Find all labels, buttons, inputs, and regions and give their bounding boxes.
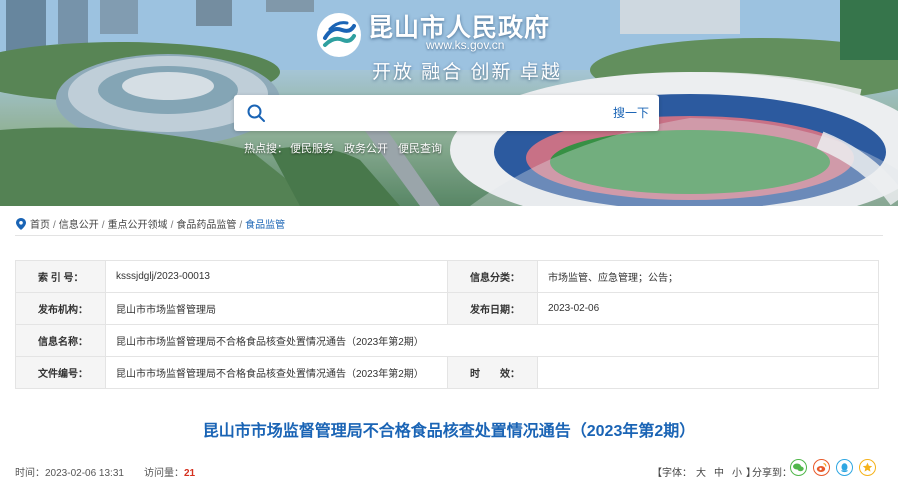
site-slogan: 开放 融合 创新 卓越 xyxy=(372,62,562,83)
file-number-value: 昆山市市场监督管理局不合格食品核查处置情况通告（2023年第2期） xyxy=(105,356,448,389)
location-icon xyxy=(16,218,26,230)
font-medium-button[interactable]: 中 xyxy=(714,468,724,479)
site-url: www.ks.gov.cn xyxy=(426,38,505,52)
breadcrumb-key-areas[interactable]: 重点公开领域 xyxy=(108,220,168,231)
breadcrumb-separator: / xyxy=(239,220,243,231)
views-count: 21 xyxy=(183,468,196,479)
hot-search-label: 热点搜： xyxy=(244,143,288,155)
article-meta: 时间：2023-02-06 13:31 访问量：21 xyxy=(15,464,195,479)
breadcrumb-separator: / xyxy=(170,220,174,231)
table-row: 发布机构： 昆山市市场监督管理局 发布日期： 2023-02-06 xyxy=(15,292,879,325)
index-value: ksssjdglj/2023-00013 xyxy=(105,260,448,293)
font-small-button[interactable]: 小 xyxy=(732,468,742,479)
table-row: 索 引 号： ksssjdglj/2023-00013 信息分类： 市场监管、应… xyxy=(15,260,879,293)
table-row: 信息名称： 昆山市市场监督管理局不合格食品核查处置情况通告（2023年第2期） xyxy=(15,324,879,357)
search-icon[interactable] xyxy=(246,103,266,123)
star-icon[interactable] xyxy=(859,459,876,476)
hot-link-query[interactable]: 便民查询 xyxy=(398,143,442,155)
search-box: 搜一下 xyxy=(234,95,659,131)
search-button[interactable]: 搜一下 xyxy=(613,104,649,121)
validity-label: 时 效： xyxy=(447,356,538,389)
breadcrumb-divider xyxy=(15,235,883,236)
qq-icon[interactable] xyxy=(836,459,853,476)
publish-date-value: 2023-02-06 xyxy=(537,292,879,325)
hot-link-service[interactable]: 便民服务 xyxy=(290,143,334,155)
hot-link-gov-open[interactable]: 政务公开 xyxy=(344,143,388,155)
breadcrumb-home[interactable]: 首页 xyxy=(30,220,50,231)
views-label: 访问量： xyxy=(143,468,184,479)
font-size-control: 【字体：大中小】 xyxy=(652,464,756,479)
publish-date-label: 发布日期： xyxy=(447,292,538,325)
header-banner: 昆山市人民政府 www.ks.gov.cn 开放 融合 创新 卓越 搜一下 热点… xyxy=(0,0,898,206)
breadcrumb-separator: / xyxy=(53,220,56,231)
article-title: 昆山市市场监督管理局不合格食品核查处置情况通告（2023年第2期） xyxy=(202,423,696,440)
breadcrumb: 首页 / 信息公开 / 重点公开领域 / 食品药品监管 / 食品监管 xyxy=(16,216,285,231)
publisher-value: 昆山市市场监督管理局 xyxy=(105,292,448,325)
breadcrumb-separator: / xyxy=(101,220,105,231)
breadcrumb-food-drug[interactable]: 食品药品监管 xyxy=(176,220,236,231)
index-label: 索 引 号： xyxy=(15,260,106,293)
share-label: 分享到： xyxy=(752,468,792,479)
time-label: 时间： xyxy=(15,468,45,479)
wechat-icon[interactable] xyxy=(790,459,807,476)
font-large-button[interactable]: 大 xyxy=(696,468,706,479)
info-name-label: 信息名称： xyxy=(15,324,106,357)
breadcrumb-current[interactable]: 食品监管 xyxy=(245,220,285,231)
share-buttons xyxy=(790,459,882,481)
font-size-label: 【字体： xyxy=(652,468,692,479)
time-value: 2023-02-06 13:31 xyxy=(45,468,124,479)
category-label: 信息分类： xyxy=(447,260,538,293)
document-info-table: 索 引 号： ksssjdglj/2023-00013 信息分类： 市场监管、应… xyxy=(15,260,879,389)
breadcrumb-info-open[interactable]: 信息公开 xyxy=(59,220,99,231)
logo-icon xyxy=(317,13,361,57)
search-input[interactable] xyxy=(278,101,578,125)
info-name-value: 昆山市市场监督管理局不合格食品核查处置情况通告（2023年第2期） xyxy=(105,324,879,357)
publisher-label: 发布机构： xyxy=(15,292,106,325)
table-row: 文件编号： 昆山市市场监督管理局不合格食品核查处置情况通告（2023年第2期） … xyxy=(15,356,879,389)
file-number-label: 文件编号： xyxy=(15,356,106,389)
hot-search-links: 热点搜： 便民服务 政务公开 便民查询 xyxy=(244,140,452,156)
validity-value xyxy=(537,356,879,389)
category-value: 市场监管、应急管理；公告； xyxy=(537,260,879,293)
weibo-icon[interactable] xyxy=(813,459,830,476)
